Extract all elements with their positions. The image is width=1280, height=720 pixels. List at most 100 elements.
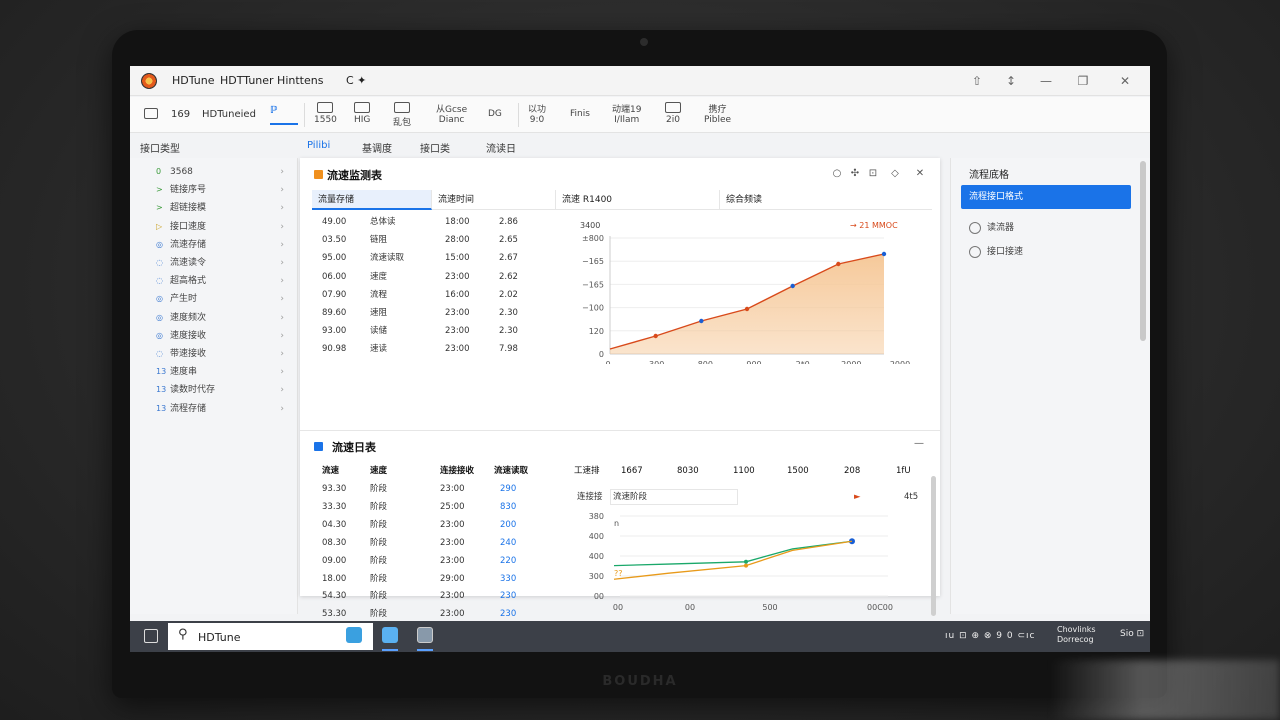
toolbar-item-hig[interactable]: HIG [354,102,370,125]
menu-icon[interactable] [144,108,158,119]
left-panel-item[interactable]: 13 速度串 › [156,364,284,380]
column-header[interactable]: 流速时间 [432,190,556,210]
stat-value: 工速排 [574,466,600,476]
data-point [744,306,750,312]
left-panel-item[interactable]: 13 流程存储 › [156,401,284,417]
taskbar-search[interactable]: ⚲ HDTune [168,623,373,650]
left-panel-item[interactable]: ◎ 速度接收 › [156,328,284,344]
stat-value: 1100 [733,466,755,476]
resize-icon[interactable]: ↕ [1002,72,1020,90]
left-panel-item[interactable]: ◎ 速度频次 › [156,310,284,326]
move-icon[interactable]: ✣ [848,168,862,179]
sub-value-field[interactable]: 流速阶段 [610,489,738,505]
sub-tabs: 接口类型 Pilibi 基调度 接口类 流读日 [130,134,1150,158]
right-scrollbar[interactable] [1140,161,1146,341]
left-panel-item[interactable]: 13 读数时代存 › [156,382,284,398]
title-bar: HDTune HDTTuner Hinttens C ✦ ⇧ ↕ — ❐ ✕ [130,66,1150,96]
notification-icon[interactable]: Sio ⊡ [1120,629,1144,639]
start-icon[interactable] [144,629,158,643]
left-panel-item[interactable]: ◌ 流速读令 › [156,255,284,271]
tab-pilibi[interactable]: Pilibi [307,140,330,151]
explorer-icon[interactable] [382,627,398,643]
column-header[interactable]: 流速 R1400 [556,190,720,210]
export-icon[interactable]: ⊡ [866,168,880,179]
right-panel-active-item[interactable]: 流程接口格式 [961,185,1131,209]
column-header[interactable]: 流速读取 [494,464,528,478]
tab-3[interactable]: 接口类 [420,140,450,155]
collapse-icon[interactable]: — [912,438,926,449]
close-card-icon[interactable]: ✕ [913,168,927,179]
table-cell: 240 [500,537,517,548]
column-header[interactable]: 连接接收 [440,464,474,478]
item-bullet-icon: ◌ [156,349,163,358]
toolbar-item-169[interactable]: 169 [171,109,190,120]
column-header[interactable]: 速度 [370,464,387,478]
drive-icon [317,102,334,113]
toolbar-item-2i0[interactable]: 2i0 [665,102,681,125]
toolbar-active-icon[interactable]: ℙ [270,105,298,125]
column-header[interactable]: 流量存储 [312,190,432,210]
item-bullet-icon: 13 [156,367,167,377]
store-icon[interactable] [346,627,362,643]
table-cell: 2.86 [499,217,518,227]
item-label: 链接序号 [170,185,207,196]
toolbar-item-dianc[interactable]: 从Gcse Dianc [436,102,467,125]
x-tick-label: 0 [605,360,610,364]
toolbar-item-finis[interactable]: Finis [570,109,590,119]
item-label: 读数时代存 [170,385,216,396]
left-panel-item[interactable]: > 超链接模 › [156,200,284,216]
column-header[interactable]: 流速 [322,464,339,478]
left-panel-item[interactable]: ◎ 产生时 › [156,291,284,307]
toolbar-item-hdtune[interactable]: HDTuneied [202,109,256,120]
item-bullet-icon: 0 [156,167,162,176]
left-panel-item[interactable]: ◎ 流速存储 › [156,237,284,253]
clock[interactable]: Chovlinks Dorrecog [1057,625,1096,645]
hdtune-taskbar-icon[interactable] [417,627,433,643]
table-cell: 阶段 [370,501,388,512]
settings-icon[interactable]: ◇ [888,168,902,179]
left-panel-item[interactable]: ▷ 接口速度 › [156,219,284,235]
left-panel-item[interactable]: ◌ 超高格式 › [156,273,284,289]
maximize-button[interactable]: ❐ [1074,72,1092,90]
table-cell: 链阻 [370,235,388,246]
item-label: 流速存储 [170,239,207,250]
left-panel-item[interactable]: 0 3568 › [156,164,284,180]
table-cell: 290 [500,484,517,494]
table-cell: 95.00 [322,253,347,264]
toolbar-item-piblee[interactable]: 携疗 Piblee [704,102,731,125]
inner-scrollbar[interactable] [931,476,936,616]
stat-value: 208 [844,466,861,476]
toolbar-item-dg[interactable]: DG [488,109,502,119]
table-cell: 23:00 [440,484,465,494]
left-panel-item[interactable]: ◌ 带速接收 › [156,346,284,362]
toolbar-item-ilam[interactable]: 动端19 I/Ilam [612,102,641,125]
right-panel-item[interactable]: 接口接速 [969,244,1023,258]
y-tick-label: 400 [589,552,604,561]
column-header[interactable]: 综合频读 [720,190,932,210]
table-cell: 阶段 [370,555,388,566]
toolbar-item-90[interactable]: 以功 9:0 [528,102,546,125]
line-chart: 380 400 400 300 00 00 00 500 00C00 n?? [589,512,893,612]
table-cell: 23:00 [440,519,465,530]
y-tick-label: −165 [582,280,604,289]
close-button[interactable]: ✕ [1116,72,1134,90]
tab-4[interactable]: 流读日 [486,140,516,155]
refresh-icon[interactable]: ○ [830,168,844,179]
toolbar-separator [518,103,519,127]
left-panel-item[interactable]: > 链接序号 › [156,182,284,198]
active-indicator [417,649,433,651]
right-panel-item[interactable]: 读流器 [969,220,1014,234]
section2-title: 流速日表 [332,441,376,454]
title-extra[interactable]: C ✦ [346,74,366,87]
share-icon[interactable]: ⇧ [968,72,986,90]
table-cell: 23:00 [440,609,465,620]
data-point [836,261,841,267]
system-tray[interactable]: ıu ⊡ ⊕ ⊗ 9 0 ⊂ıc [945,631,1035,641]
toolbar-item-1550[interactable]: 1550 [314,102,337,125]
table-cell: 93.00 [322,326,347,337]
table-cell: 总体读 [370,217,396,227]
section-divider [300,430,940,431]
toolbar-item-3[interactable]: 乱包 [393,102,411,128]
minimize-button[interactable]: — [1037,72,1055,90]
tab-2[interactable]: 基调度 [362,140,392,155]
